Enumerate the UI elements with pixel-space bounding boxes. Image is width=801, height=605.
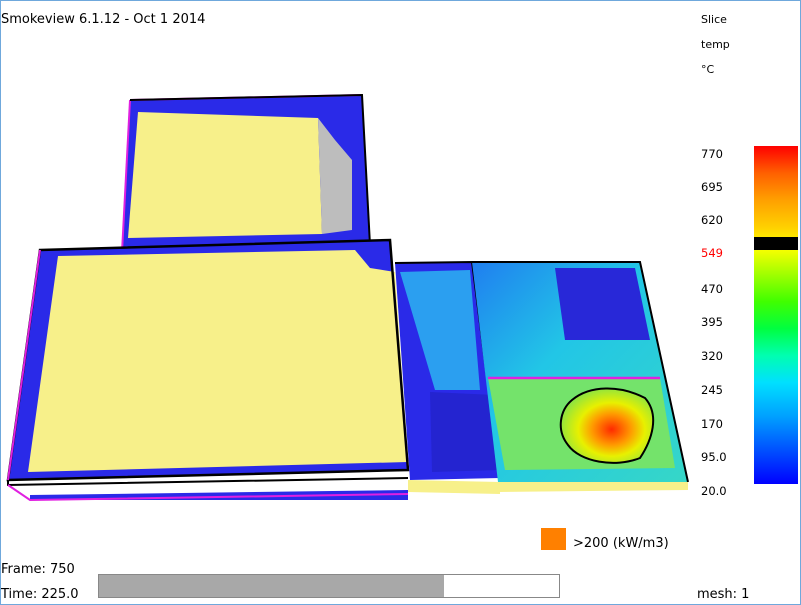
frame-label: Frame: 750 — [1, 562, 75, 577]
scene-3d-view[interactable] — [0, 0, 801, 605]
time-label: Time: 225.0 — [1, 587, 79, 602]
colorbar-label: 320 — [701, 349, 723, 363]
mesh-label: mesh: 1 — [697, 587, 750, 602]
colorbar-label: 620 — [701, 213, 723, 227]
time-slider-progress[interactable] — [99, 575, 444, 597]
colorbar-label: 20.0 — [701, 484, 727, 498]
main-room — [6, 238, 430, 502]
slice-header: Slice — [701, 13, 727, 26]
colorbar-label: 95.0 — [701, 450, 727, 464]
hrr-legend-swatch — [541, 528, 566, 550]
colorbar-label: 770 — [701, 147, 723, 161]
hrr-legend-label: >200 (kW/m3) — [573, 536, 669, 551]
colorbar-label-highlighted: 549 — [701, 246, 723, 260]
colorbar-label: 170 — [701, 417, 723, 431]
colorbar-label: 245 — [701, 383, 723, 397]
time-slider[interactable] — [98, 574, 560, 598]
temperature-colorbar[interactable] — [754, 146, 798, 484]
colorbar-threshold-marker[interactable] — [754, 237, 798, 250]
right-rooms — [472, 261, 689, 492]
colorbar-label: 695 — [701, 180, 723, 194]
colorbar-label: 470 — [701, 282, 723, 296]
slice-quantity: temp — [701, 38, 730, 51]
colorbar-label: 395 — [701, 315, 723, 329]
slice-unit: °C — [701, 63, 715, 76]
upper-room — [121, 93, 371, 253]
